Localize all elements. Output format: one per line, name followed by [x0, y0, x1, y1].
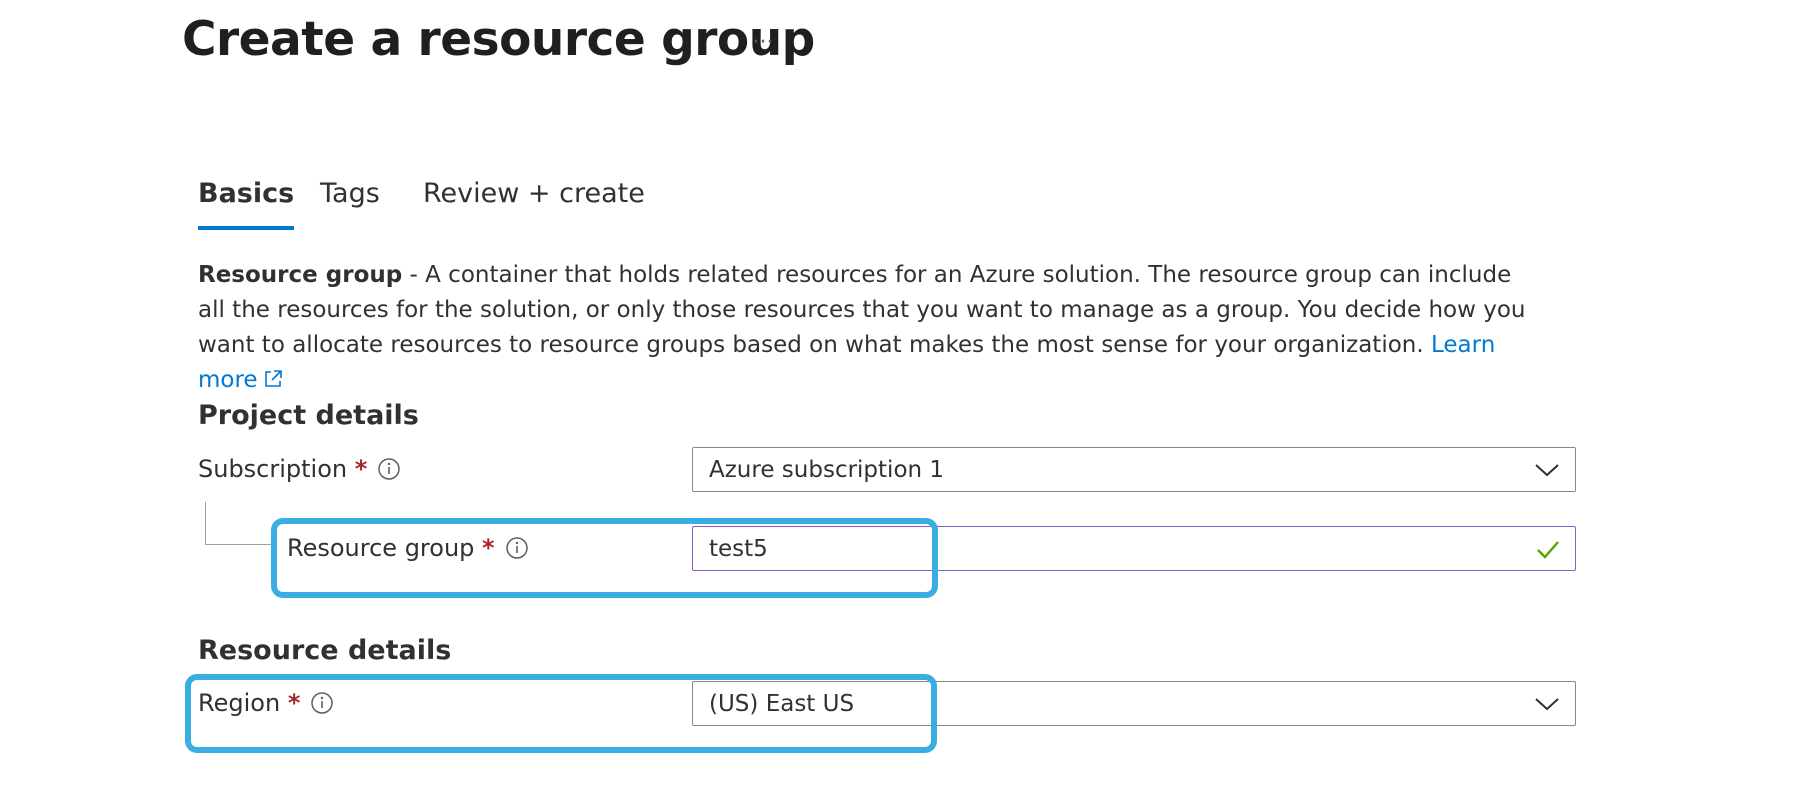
tab-label: Review + create: [423, 178, 645, 209]
resource-group-label: Resource group *: [287, 534, 529, 562]
region-label: Region *: [198, 689, 334, 717]
tab-review-create[interactable]: Review + create: [423, 178, 645, 230]
required-marker: *: [287, 689, 301, 717]
tab-label: Tags: [320, 178, 380, 209]
subscription-value: Azure subscription 1: [709, 456, 945, 483]
subscription-dropdown[interactable]: Azure subscription 1: [692, 447, 1576, 492]
tab-label: Basics: [198, 178, 295, 209]
region-dropdown[interactable]: (US) East US: [692, 681, 1576, 726]
subscription-label-text: Subscription: [198, 455, 348, 483]
region-label-text: Region: [198, 689, 281, 717]
region-value: (US) East US: [709, 690, 855, 717]
tree-connector: [205, 544, 271, 545]
page-title: Create a resource group: [182, 12, 815, 67]
resource-details-heading: Resource details: [198, 635, 452, 666]
resource-group-value: test5: [709, 535, 768, 562]
subscription-label: Subscription *: [198, 455, 401, 483]
tree-connector: [205, 502, 206, 544]
resource-group-description: Resource group - A container that holds …: [198, 258, 1538, 401]
ellipsis-icon: ···: [752, 29, 774, 55]
external-link-icon: [262, 366, 284, 401]
info-icon[interactable]: [505, 536, 529, 560]
project-details-heading: Project details: [198, 400, 419, 431]
required-marker: *: [354, 455, 368, 483]
required-marker: *: [482, 534, 495, 562]
description-term: Resource group: [198, 262, 403, 288]
info-icon[interactable]: [310, 691, 334, 715]
resource-group-input[interactable]: test5: [692, 526, 1576, 571]
info-icon[interactable]: [377, 457, 401, 481]
checkmark-icon: [1535, 538, 1561, 566]
tab-basics[interactable]: Basics: [198, 178, 295, 230]
tab-tags[interactable]: Tags: [320, 178, 380, 230]
chevron-down-icon: [1533, 694, 1561, 720]
chevron-down-icon: [1533, 460, 1561, 486]
resource-group-label-text: Resource group: [287, 534, 475, 562]
more-options-button[interactable]: ···: [745, 24, 781, 60]
active-tab-indicator: [198, 226, 295, 230]
